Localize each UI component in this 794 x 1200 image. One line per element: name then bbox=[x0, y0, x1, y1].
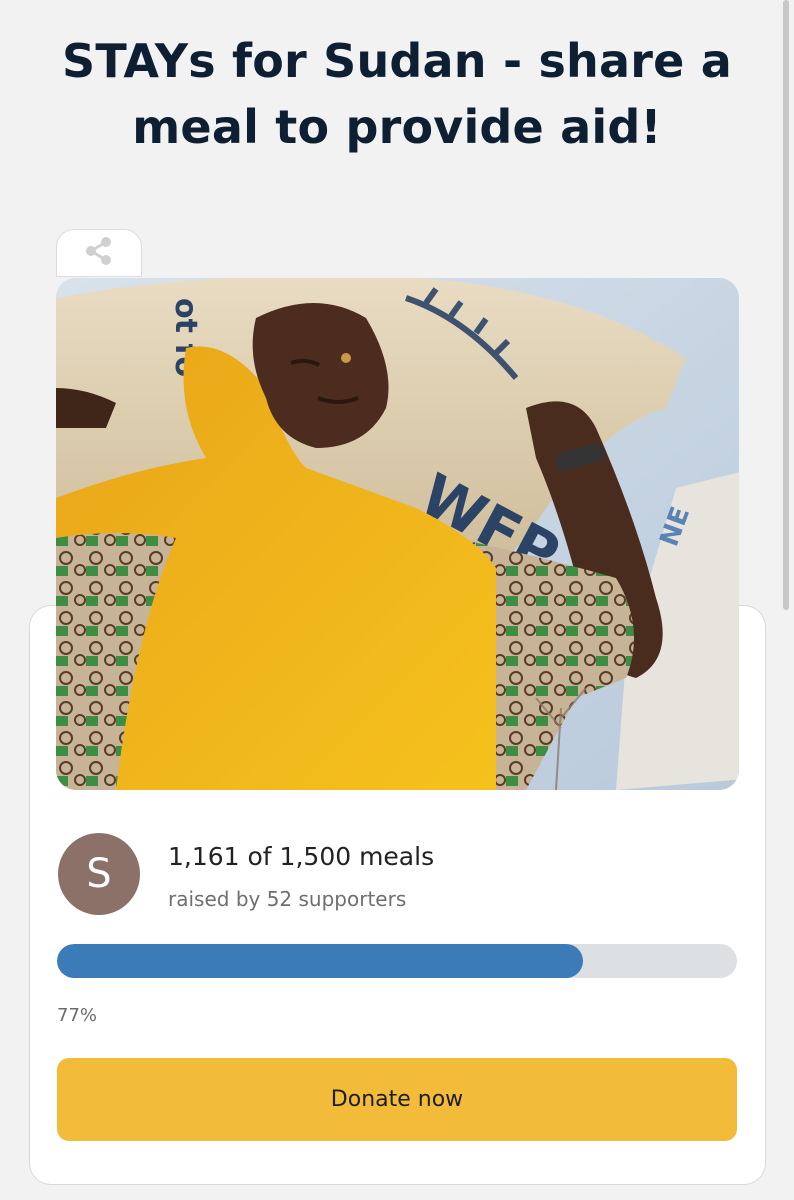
progress-bar bbox=[57, 944, 737, 978]
hero-image: WFP ot fo NE bbox=[56, 278, 739, 790]
scrollbar[interactable] bbox=[783, 0, 789, 610]
meals-progress-text: 1,161 of 1,500 meals bbox=[168, 842, 435, 871]
supporters-text: raised by 52 supporters bbox=[168, 887, 407, 911]
share-icon bbox=[82, 234, 116, 273]
avatar: S bbox=[58, 833, 140, 915]
page-title: STAYs for Sudan - share a meal to provid… bbox=[0, 28, 794, 160]
page: STAYs for Sudan - share a meal to provid… bbox=[0, 0, 794, 1200]
progress-bar-fill bbox=[57, 944, 584, 978]
page-title-line-2: meal to provide aid! bbox=[132, 100, 662, 154]
page-title-line-1: STAYs for Sudan - share a bbox=[62, 34, 732, 88]
progress-percent: 77% bbox=[57, 1005, 98, 1026]
share-button[interactable] bbox=[56, 229, 142, 277]
avatar-letter: S bbox=[86, 851, 112, 897]
donate-button-label: Donate now bbox=[330, 1087, 464, 1112]
donate-button[interactable]: Donate now bbox=[57, 1058, 737, 1141]
